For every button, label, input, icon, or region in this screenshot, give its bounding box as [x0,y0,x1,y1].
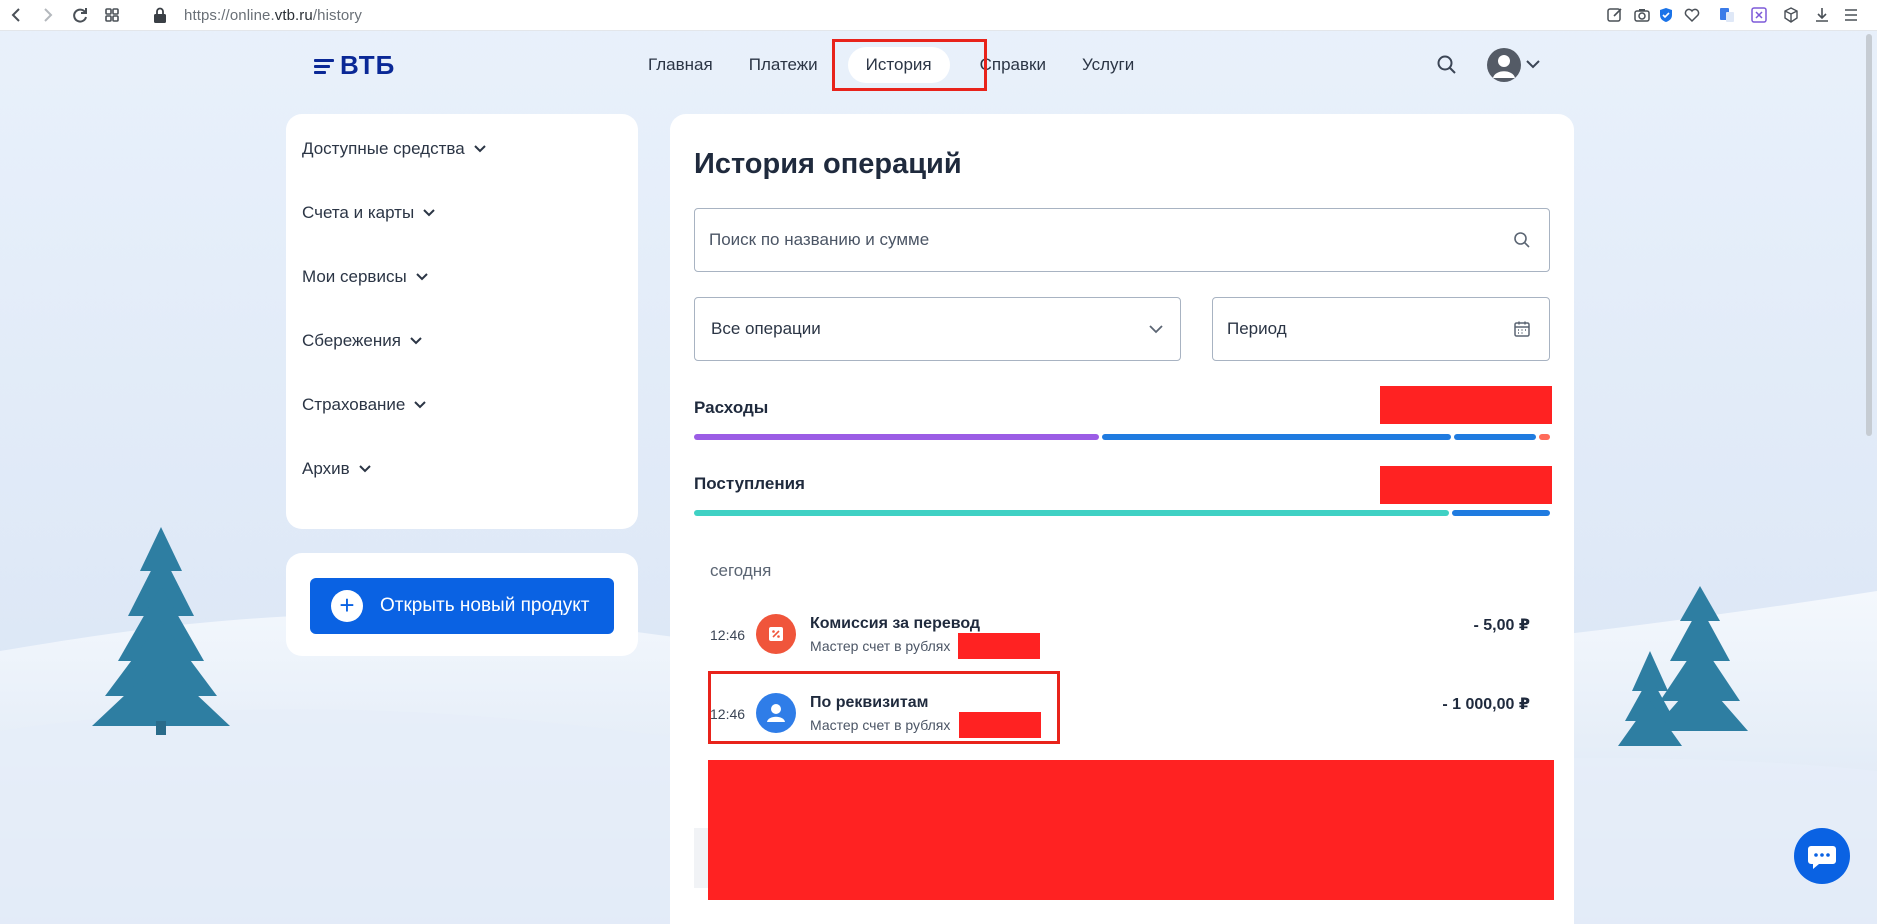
sidebar-item-accounts-cards[interactable]: Счета и карты [302,200,436,226]
operation-amount: - 5,00 ₽ [1473,617,1531,634]
reload-icon[interactable] [69,4,91,26]
bar-segment [1453,434,1536,440]
nav-services[interactable]: Услуги [1064,47,1152,83]
operations-filter-value: Все операции [711,319,821,338]
nav-home[interactable]: Главная [630,47,731,83]
annotation-highlight-operation [708,671,1060,744]
period-label: Период [1227,319,1287,338]
calendar-icon [1514,321,1530,337]
operation-account: Мастер счет в рублях [810,638,951,654]
page-title: История операций [694,148,962,180]
redacted-operations-block [708,760,1554,900]
annotation-highlight-nav [832,39,987,91]
cube-icon[interactable] [1782,6,1800,24]
heart-icon[interactable] [1683,6,1701,24]
percent-icon [756,614,796,654]
sidebar-item-archive[interactable]: Архив [302,456,372,482]
operation-time: 12:46 [710,627,746,643]
vtb-logo[interactable]: ВТБ [314,50,395,81]
chat-bubble-icon [1808,846,1836,869]
logo-text: ВТБ [340,50,396,80]
bar-segment [694,510,1449,516]
open-product-card: + Открыть новый продукт [286,553,638,656]
chat-button[interactable] [1794,828,1850,884]
tabs-grid-icon[interactable] [101,4,123,26]
avatar[interactable] [1487,48,1521,82]
bar-segment [1538,434,1550,440]
operations-filter-select[interactable]: Все операции [694,297,1181,361]
sidebar-item-label: Мои сервисы [302,267,407,286]
search-input[interactable] [709,209,1489,271]
bar-segment [694,434,1099,440]
sidebar-item-label: Архив [302,459,350,478]
redacted-expenses-total [1380,386,1552,424]
url-prefix: https://online. [184,7,275,24]
forward-icon[interactable] [36,4,58,26]
period-picker[interactable]: Период [1212,297,1550,361]
address-bar[interactable]: https://online.vtb.ru/history [184,7,362,24]
bar-segment [1101,434,1451,440]
expenses-label: Расходы [694,398,769,417]
chevron-down-icon[interactable] [1525,58,1541,70]
plus-icon: + [331,590,363,622]
logo-mark-icon [314,57,336,75]
history-panel: История операций Все операции Период Рас… [670,114,1574,924]
url-host: vtb.ru [274,7,313,24]
redacted-account-number [958,633,1040,659]
close-box-icon[interactable] [1750,6,1768,24]
translate-icon[interactable] [1718,6,1736,24]
edit-icon[interactable] [1606,6,1624,24]
operation-title: Комиссия за перевод [810,615,981,632]
chevron-down-icon [423,209,435,217]
sidebar-item-insurance[interactable]: Страхование [302,392,427,418]
operation-row[interactable]: 12:46 Комиссия за перевод Мастер счет в … [710,604,1530,674]
redacted-income-total [1380,466,1552,504]
search-icon[interactable] [1513,231,1531,249]
open-new-product-label: Открыть новый продукт [380,595,590,616]
scrollbar-thumb[interactable] [1866,34,1872,436]
chevron-down-icon [410,337,422,345]
day-label: сегодня [710,561,772,580]
chevron-down-icon [1149,325,1163,334]
expenses-bar [694,434,1550,440]
search-icon[interactable] [1436,54,1458,76]
tree-left [92,527,230,735]
chevron-down-icon [415,273,428,281]
download-icon[interactable] [1813,6,1831,24]
sidebar-menu: Доступные средства Счета и карты Мои сер… [286,114,638,529]
camera-icon[interactable] [1633,6,1651,24]
sidebar-item-savings[interactable]: Сбережения [302,328,423,354]
income-bar [694,510,1550,516]
page-scrollbar[interactable] [1864,34,1874,924]
back-icon[interactable] [6,4,28,26]
sidebar-item-label: Страхование [302,395,406,414]
sidebar-item-label: Доступные средства [302,139,465,158]
sidebar-item-label: Счета и карты [302,203,415,222]
sidebar-item-my-services[interactable]: Мои сервисы [302,264,429,290]
user-icon [1493,55,1515,78]
chevron-down-icon [473,145,486,153]
tree-right [1618,586,1748,746]
shield-check-icon[interactable] [1657,6,1675,24]
menu-icon[interactable] [1842,6,1860,24]
operation-amount: - 1 000,00 ₽ [1442,696,1530,713]
chevron-down-icon [358,465,371,473]
lock-icon [154,7,166,23]
bar-segment [1451,510,1550,516]
income-label: Поступления [694,474,805,493]
browser-toolbar: https://online.vtb.ru/history [0,0,1877,31]
url-path: /history [312,7,363,24]
open-new-product-button[interactable]: + Открыть новый продукт [310,578,614,634]
search-field [694,208,1550,272]
chevron-down-icon [414,401,427,409]
nav-payments[interactable]: Платежи [731,47,836,83]
sidebar-item-available-funds[interactable]: Доступные средства [302,136,487,162]
sidebar-item-label: Сбережения [302,331,401,350]
